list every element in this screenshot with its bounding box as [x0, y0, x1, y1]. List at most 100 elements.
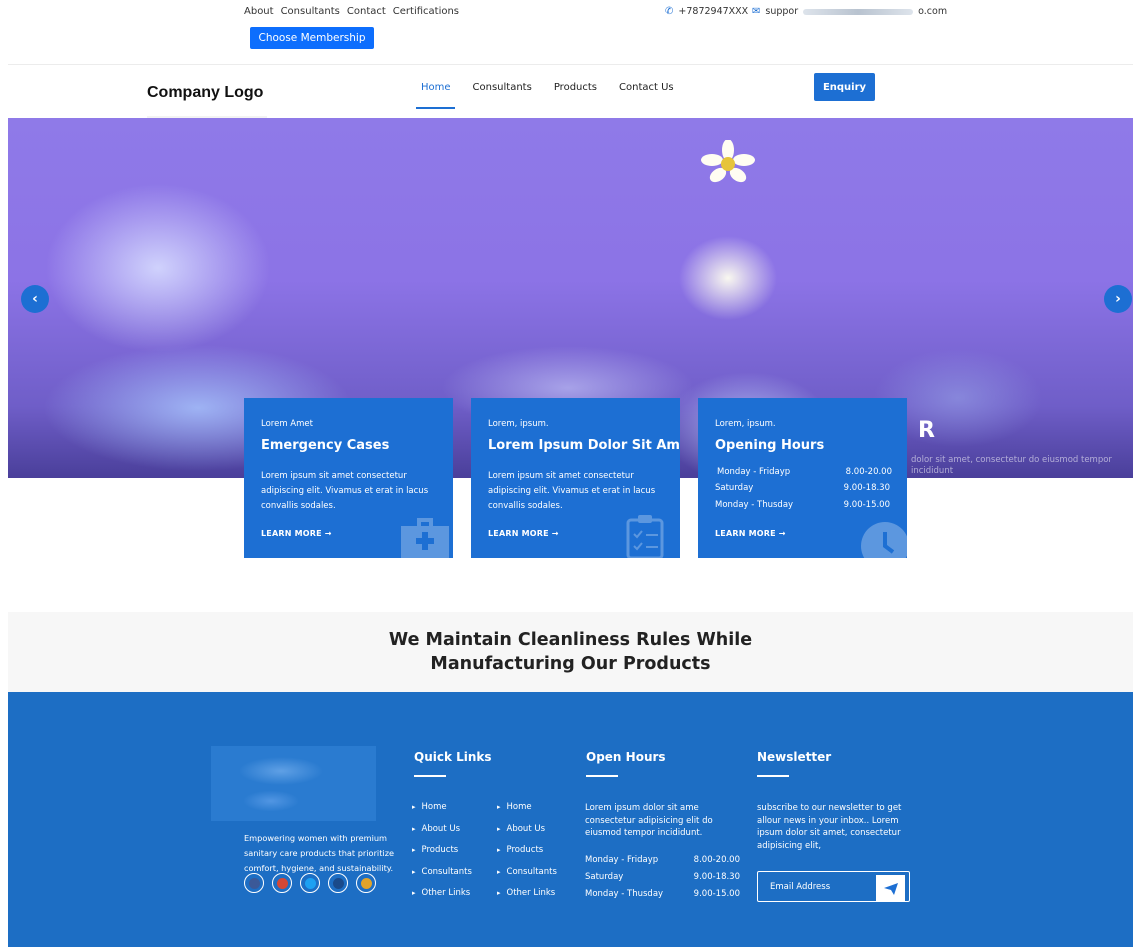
newsletter-heading: Newsletter	[757, 750, 832, 764]
footer-hours-row: Saturday 9.00-18.30	[585, 872, 740, 882]
hero-overlay-title: R	[918, 418, 935, 443]
learn-more-link[interactable]: LEARN MORE →	[488, 529, 559, 538]
headline-section: We Maintain Cleanliness Rules While Manu…	[8, 612, 1133, 692]
email-redacted	[803, 8, 914, 15]
email-prefix: suppor	[765, 6, 799, 17]
nav-products[interactable]: Products	[554, 82, 597, 93]
enquiry-button[interactable]: Enquiry	[814, 73, 875, 101]
company-logo[interactable]: Company Logo	[147, 84, 263, 102]
footer-link-other[interactable]: Other Links	[497, 888, 557, 910]
hero-overlay-text: dolor sit amet, consectetur do eiusmod t…	[911, 455, 1112, 476]
newsletter-text: subscribe to our newsletter to get allou…	[757, 803, 902, 851]
hours-row: Monday - Thusday 9.00-15.00	[715, 500, 890, 510]
footer-link-products[interactable]: Products	[497, 845, 557, 867]
card-title: Emergency Cases	[261, 438, 390, 453]
footer-link-about[interactable]: About Us	[412, 824, 472, 846]
nav-consultants[interactable]: Consultants	[473, 82, 532, 93]
card-eyebrow: Lorem, ipsum.	[488, 419, 549, 429]
nav-contact-us[interactable]: Contact Us	[619, 82, 674, 93]
learn-more-link[interactable]: LEARN MORE →	[261, 529, 332, 538]
card-eyebrow: Lorem Amet	[261, 419, 313, 429]
hours-day: Monday - Thusday	[585, 889, 664, 899]
clipboard-icon	[626, 515, 664, 558]
footer-link-about[interactable]: About Us	[497, 824, 557, 846]
top-links: About Consultants Contact Certifications	[244, 6, 459, 17]
headline-line-1: We Maintain Cleanliness Rules While	[388, 630, 753, 650]
google-plus-icon[interactable]	[272, 873, 292, 893]
open-hours-text: Lorem ipsum dolor sit ame consectetur ad…	[585, 803, 713, 838]
hours-time: 8.00-20.00	[693, 855, 740, 865]
phone-icon: ✆	[665, 6, 674, 17]
open-hours-heading: Open Hours	[586, 750, 666, 764]
hours-time: 9.00-18.30	[693, 872, 740, 882]
vimeo-icon[interactable]	[328, 873, 348, 893]
footer-link-home[interactable]: Home	[412, 802, 472, 824]
hours-day: Monday - Thusday	[715, 500, 794, 510]
pinterest-icon[interactable]	[356, 873, 376, 893]
flower-image	[701, 140, 755, 183]
newsletter-submit-button[interactable]	[876, 875, 905, 902]
hours-day: Monday - Fridayp	[717, 467, 791, 477]
slider-prev-button[interactable]: ‹	[21, 285, 49, 313]
hours-day: Saturday	[585, 872, 624, 882]
newsletter-form	[757, 871, 910, 902]
facebook-icon[interactable]	[244, 873, 264, 893]
quick-links-col-1: Home About Us Products Consultants Other…	[412, 802, 472, 910]
social-links	[244, 873, 376, 893]
hours-time: 9.00-18.30	[843, 483, 890, 493]
clock-icon	[861, 522, 907, 558]
top-link-contact[interactable]: Contact	[347, 6, 386, 17]
top-link-certifications[interactable]: Certifications	[393, 6, 459, 17]
footer-link-other[interactable]: Other Links	[412, 888, 472, 910]
footer-hours-row: Monday - Fridayp 8.00-20.00	[585, 855, 740, 865]
card-title: Lorem Ipsum Dolor Sit Amet.	[488, 438, 680, 453]
hours-day: Monday - Fridayp	[585, 855, 659, 865]
slider-next-button[interactable]: ›	[1104, 285, 1132, 313]
paper-plane-icon	[883, 882, 898, 895]
hours-time: 9.00-15.00	[693, 889, 740, 899]
card-text: Lorem ipsum sit amet consectetur adipisc…	[261, 471, 429, 511]
card-emergency-cases: Lorem Amet Emergency Cases Lorem ipsum s…	[244, 398, 453, 558]
footer-description: Empowering women with premium sanitary c…	[244, 833, 395, 873]
main-nav: Home Consultants Products Contact Us	[421, 82, 674, 93]
hours-time: 9.00-15.00	[843, 500, 890, 510]
footer-link-consultants[interactable]: Consultants	[412, 867, 472, 889]
twitter-icon[interactable]	[300, 873, 320, 893]
top-link-about[interactable]: About	[244, 6, 274, 17]
footer: Empowering women with premium sanitary c…	[8, 692, 1133, 947]
email-address-input[interactable]	[758, 872, 874, 901]
card-eyebrow: Lorem, ipsum.	[715, 419, 776, 429]
footer-link-home[interactable]: Home	[497, 802, 557, 824]
hours-time: 8.00-20.00	[845, 467, 892, 477]
footer-brand-image	[211, 746, 376, 821]
learn-more-link[interactable]: LEARN MORE →	[715, 529, 786, 538]
nav-active-indicator	[416, 107, 455, 109]
footer-hours-row: Monday - Thusday 9.00-15.00	[585, 889, 740, 899]
email-suffix: o.com	[918, 6, 948, 17]
choose-membership-button[interactable]: Choose Membership	[250, 27, 374, 49]
medical-kit-icon	[401, 518, 449, 558]
top-phone[interactable]: ✆ +7872947XXX	[665, 6, 748, 17]
nav-home[interactable]: Home	[421, 82, 451, 93]
hours-row: Monday - Fridayp 8.00-20.00	[717, 467, 892, 477]
footer-link-products[interactable]: Products	[412, 845, 472, 867]
section-headline: We Maintain Cleanliness Rules While Manu…	[8, 628, 1133, 676]
envelope-icon: ✉	[752, 6, 761, 17]
card-title: Opening Hours	[715, 438, 825, 453]
top-email[interactable]: ✉ suppor o.com	[752, 6, 947, 17]
card-lorem-ipsum: Lorem, ipsum. Lorem Ipsum Dolor Sit Amet…	[471, 398, 680, 558]
quick-links-col-2: Home About Us Products Consultants Other…	[497, 802, 557, 910]
top-bar: About Consultants Contact Certifications…	[0, 0, 1133, 65]
top-link-consultants[interactable]: Consultants	[281, 6, 340, 17]
card-text: Lorem ipsum sit amet consectetur adipisc…	[488, 471, 656, 511]
phone-number: +7872947XXX	[678, 6, 749, 17]
newsletter-underline	[757, 775, 789, 777]
hours-day: Saturday	[715, 483, 754, 493]
quick-links-heading: Quick Links	[414, 750, 492, 764]
headline-line-2: Manufacturing Our Products	[430, 654, 711, 674]
card-opening-hours: Lorem, ipsum. Opening Hours Monday - Fri…	[698, 398, 907, 558]
open-hours-underline	[586, 775, 618, 777]
hours-row: Saturday 9.00-18.30	[715, 483, 890, 493]
footer-link-consultants[interactable]: Consultants	[497, 867, 557, 889]
quick-links-underline	[414, 775, 446, 777]
